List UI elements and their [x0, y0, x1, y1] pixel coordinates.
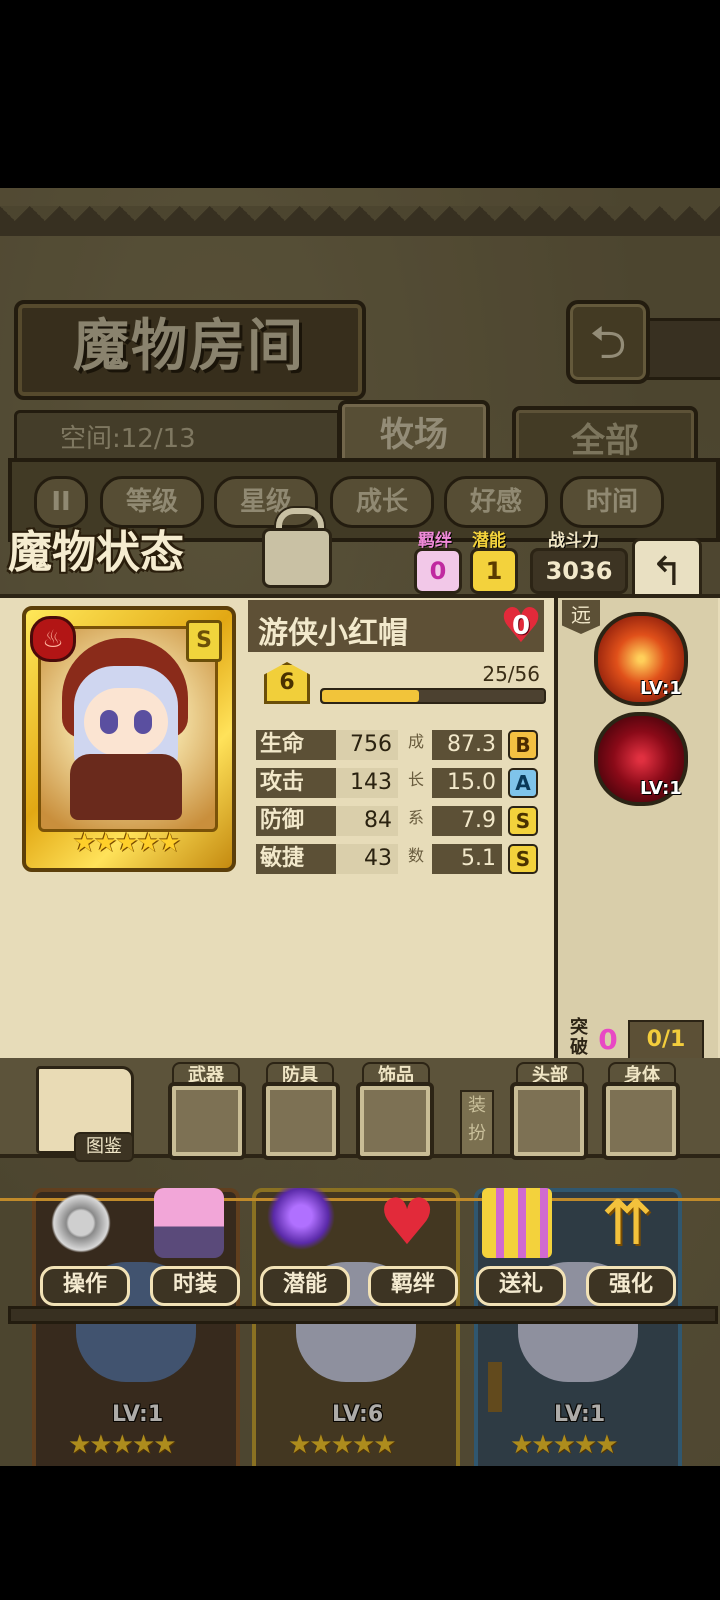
encyclopedia-label[interactable]: 图鉴	[74, 1132, 134, 1162]
dressup-label-bottom: 扮	[468, 1123, 486, 1144]
affection-value: 0	[511, 611, 531, 641]
grade-def: S	[508, 806, 538, 836]
dressup-label-top: 装	[468, 1095, 486, 1116]
growth-label-4: 数	[407, 846, 424, 865]
character-eye	[100, 710, 118, 734]
breakthrough-progress: 0/1	[628, 1020, 704, 1060]
stat-atk-value: 143	[336, 768, 398, 798]
skill-2-level: LV:1	[640, 778, 682, 799]
growth-agi-value: 5.1	[432, 844, 502, 874]
stat-def-value: 84	[336, 806, 398, 836]
stat-hp-label: 生命	[256, 730, 342, 760]
character-eye	[134, 710, 152, 734]
growth-label-1: 成	[407, 732, 424, 751]
gift-icon[interactable]	[482, 1188, 552, 1258]
growth-def-value: 7.9	[432, 806, 502, 836]
breakthrough-count: 0	[598, 1023, 618, 1056]
rank-badge: S	[186, 620, 222, 662]
shadow-monster-icon[interactable]	[266, 1188, 336, 1258]
status-title: 魔物状态	[8, 527, 184, 578]
power-value: 3036	[530, 548, 628, 594]
character-face	[84, 688, 168, 756]
stat-hp-value: 756	[336, 730, 398, 760]
potential-button[interactable]: 潜能	[260, 1266, 350, 1306]
upgrade-arrows-icon[interactable]: ⇈	[592, 1188, 662, 1258]
breakthrough-label: 突破	[564, 1018, 594, 1060]
star-rating: ★★★★★	[72, 828, 182, 858]
enhance-button[interactable]: 强化	[586, 1266, 676, 1306]
character-body	[70, 754, 182, 820]
exp-text: 25/56	[482, 662, 540, 686]
lock-icon[interactable]	[262, 528, 332, 588]
hearts-icon[interactable]: ♥	[372, 1188, 442, 1258]
stat-def-label: 防御	[256, 806, 342, 836]
monster-name: 游侠小红帽	[258, 616, 408, 651]
outfit-icon[interactable]	[154, 1188, 224, 1258]
return-arrow-icon: ↰	[650, 549, 684, 595]
exp-bar-fill	[322, 690, 419, 702]
growth-hp-value: 87.3	[432, 730, 502, 760]
fire-icon: ♨	[30, 616, 76, 662]
growth-atk-value: 15.0	[432, 768, 502, 798]
head-slot[interactable]	[510, 1082, 588, 1160]
stat-agi-label: 敏捷	[256, 844, 342, 874]
weapon-slot[interactable]	[168, 1082, 246, 1160]
potential-count: 1	[470, 548, 518, 594]
game-screen: 魔物房间 ⮌ 空间:12/13 牧场 全部 II 等级 星级 成长 好感 时间 …	[0, 188, 720, 1466]
stat-atk-label: 攻击	[256, 768, 342, 798]
bond-count: 0	[414, 548, 462, 594]
growth-label-2: 长	[407, 770, 424, 789]
accessory-slot[interactable]	[356, 1082, 434, 1160]
grade-atk: A	[508, 768, 538, 798]
stat-agi-value: 43	[336, 844, 398, 874]
operate-button[interactable]: 操作	[40, 1266, 130, 1306]
growth-label-3: 系	[407, 808, 424, 827]
body-slot[interactable]	[602, 1082, 680, 1160]
breakthrough-label-top: 突	[570, 1017, 588, 1038]
gift-button[interactable]: 送礼	[476, 1266, 566, 1306]
gear-icon[interactable]	[46, 1188, 116, 1258]
fashion-button[interactable]: 时装	[150, 1266, 240, 1306]
skill-1-level: LV:1	[640, 678, 682, 699]
breakthrough-label-bottom: 破	[570, 1037, 588, 1058]
grade-hp: B	[508, 730, 538, 760]
bond-button[interactable]: 羁绊	[368, 1266, 458, 1306]
grade-agi: S	[508, 844, 538, 874]
dressup-label: 装扮	[460, 1090, 494, 1156]
armor-slot[interactable]	[262, 1082, 340, 1160]
